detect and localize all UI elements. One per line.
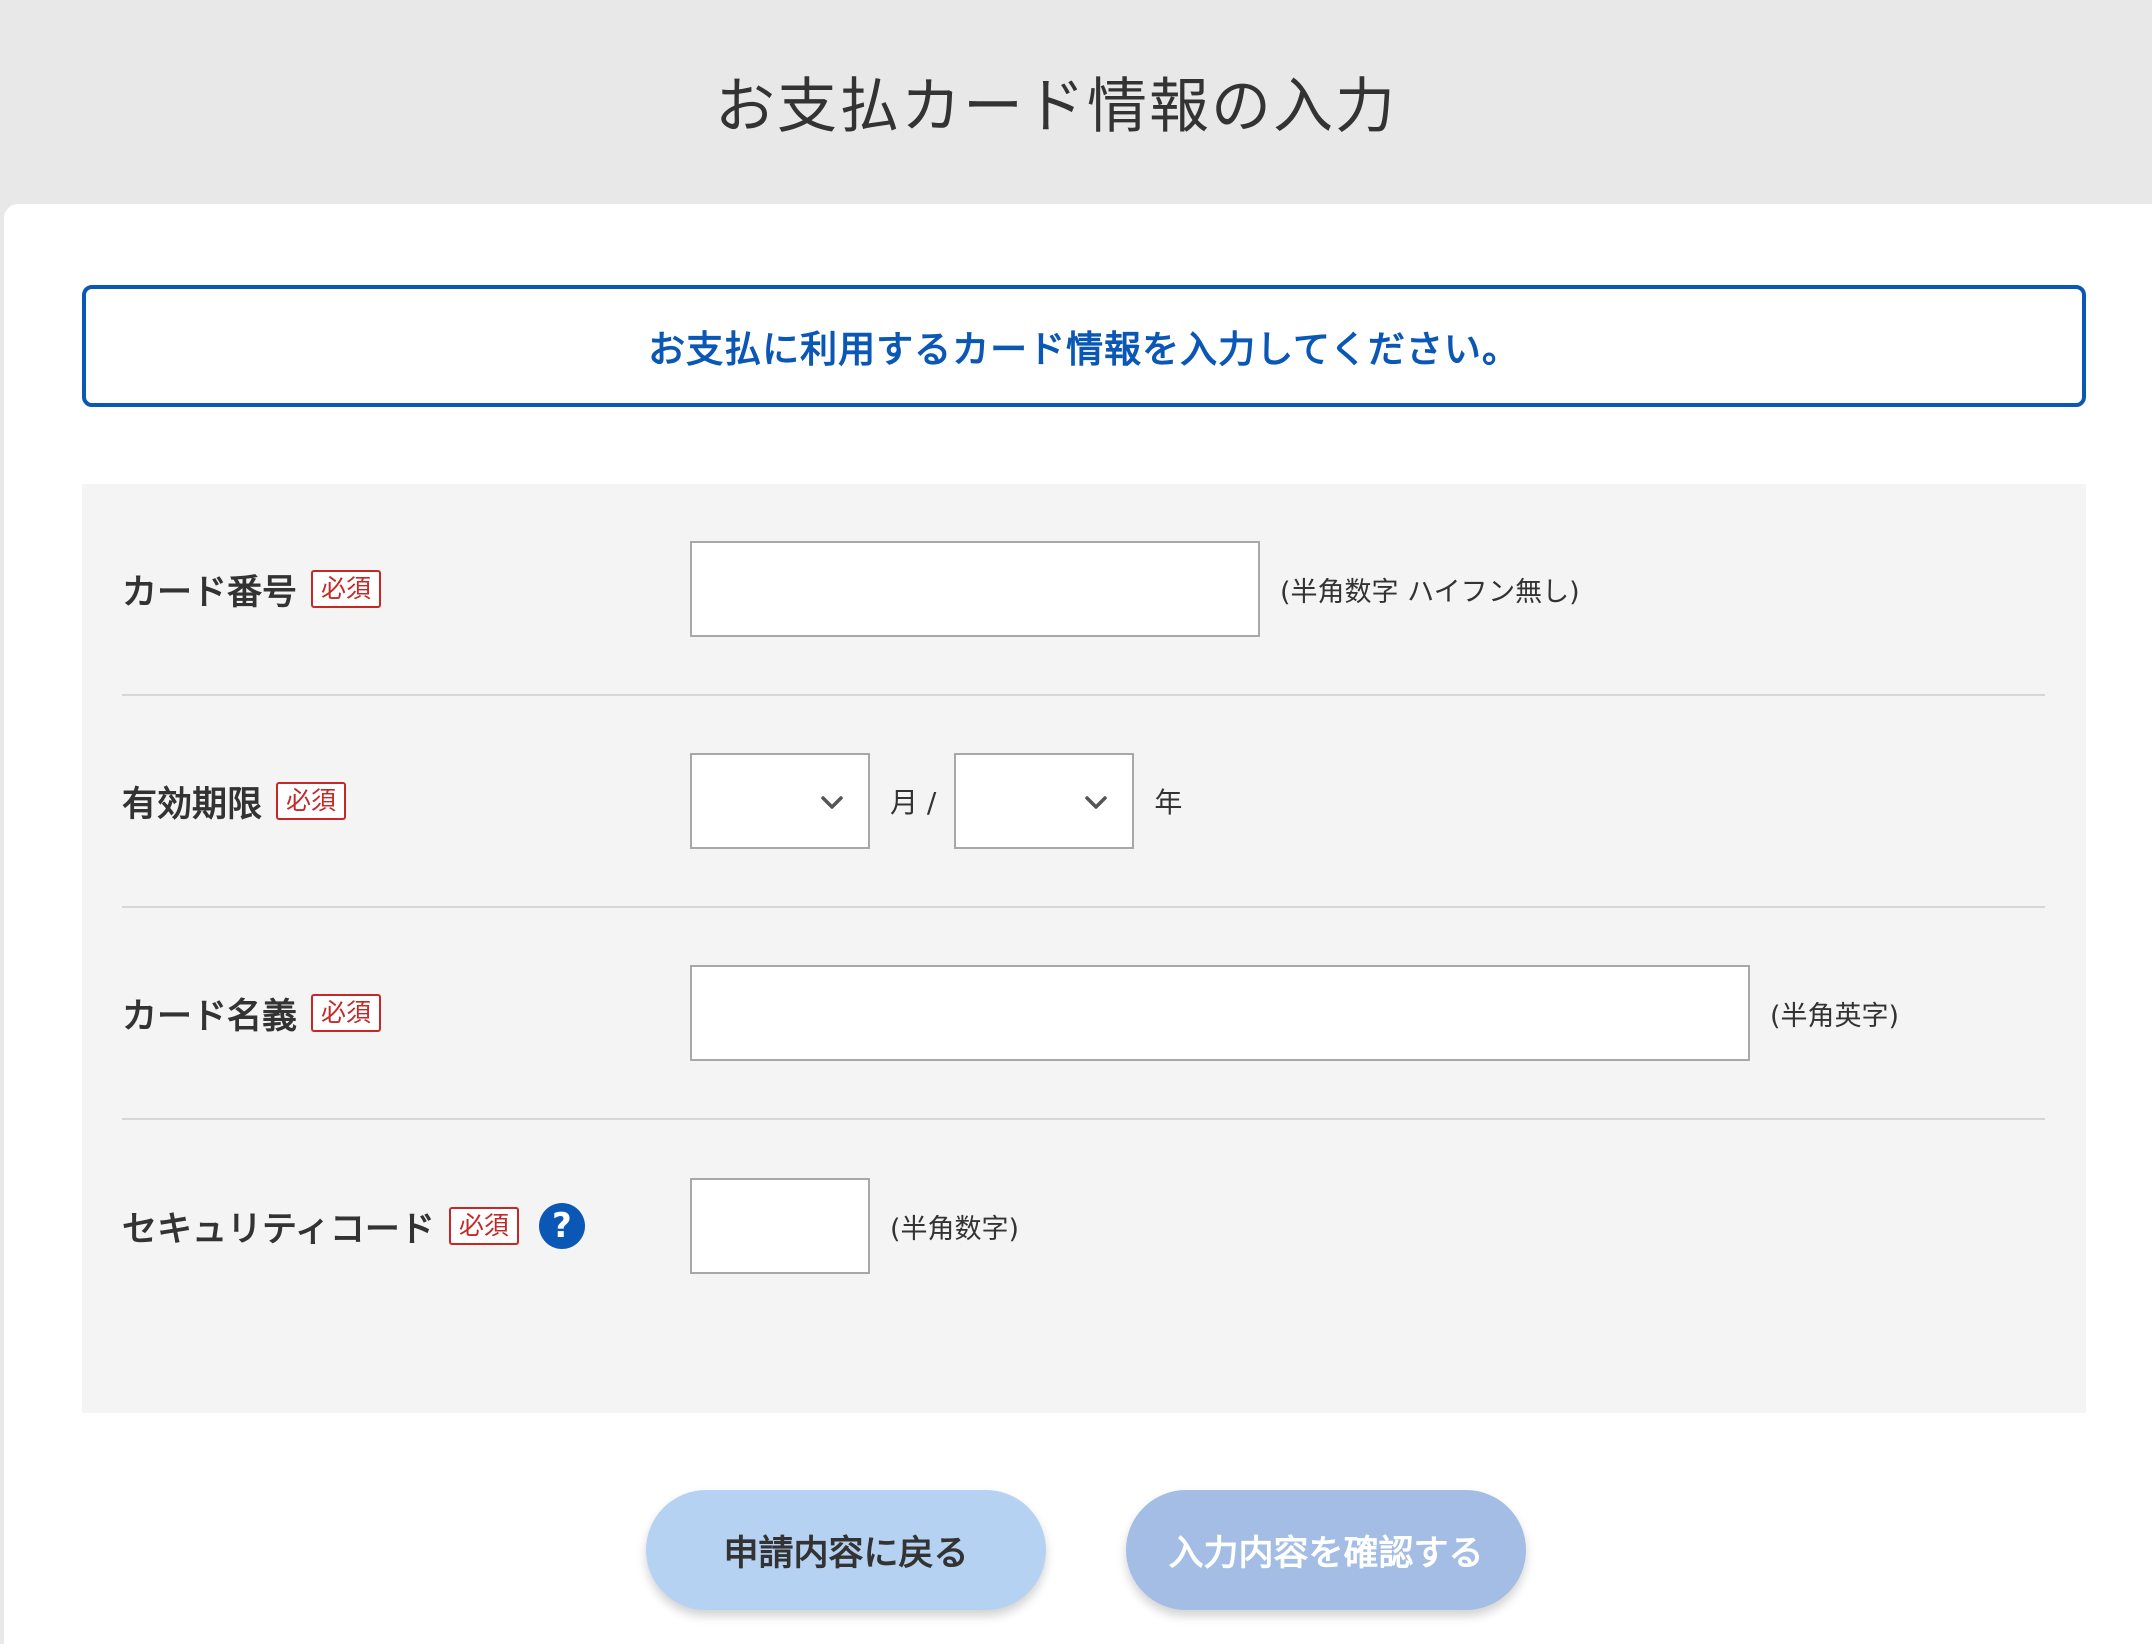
card-holder-input[interactable] [690, 965, 1750, 1061]
card-form: カード番号 必須 (半角数字 ハイフン無し) 有効期限 必須 月 / 年 カード… [82, 484, 2086, 1413]
expiry-row: 有効期限 必須 月 / 年 [122, 696, 2045, 908]
card-holder-field-group: (半角英字) [690, 965, 1899, 1061]
security-code-label-group: セキュリティコード 必須 ? [122, 1201, 690, 1252]
chevron-down-icon [821, 796, 843, 809]
card-holder-row: カード名義 必須 (半角英字) [122, 908, 2045, 1120]
help-icon[interactable]: ? [538, 1203, 585, 1249]
security-code-row: セキュリティコード 必須 ? (半角数字) [122, 1120, 2045, 1332]
card-number-row: カード番号 必須 (半角数字 ハイフン無し) [122, 484, 2045, 696]
card-holder-hint: (半角英字) [1770, 1000, 1900, 1032]
main-card: お支払に利用するカード情報を入力してください。 カード番号 必須 (半角数字 ハ… [4, 204, 2152, 1644]
required-badge: 必須 [311, 570, 382, 608]
card-number-field-group: (半角数字 ハイフン無し) [690, 541, 1580, 637]
expiry-month-unit: 月 / [890, 786, 937, 819]
instruction-text: お支払に利用するカード情報を入力してください。 [648, 328, 1520, 371]
expiry-year-unit: 年 [1154, 786, 1183, 819]
expiry-label: 有効期限 [122, 784, 263, 825]
card-number-input[interactable] [690, 541, 1260, 637]
card-number-hint: (半角数字 ハイフン無し) [1280, 576, 1580, 608]
page-header: お支払カード情報の入力 [0, 0, 2152, 203]
required-badge: 必須 [311, 994, 382, 1032]
expiry-label-group: 有効期限 必須 [122, 776, 690, 827]
security-code-label: セキュリティコード [122, 1209, 435, 1250]
expiry-month-select[interactable] [690, 753, 870, 849]
security-code-input[interactable] [690, 1178, 870, 1274]
card-number-label-group: カード番号 必須 [122, 564, 690, 615]
page-title: お支払カード情報の入力 [715, 72, 1397, 142]
instruction-notice: お支払に利用するカード情報を入力してください。 [82, 285, 2086, 407]
required-badge: 必須 [276, 782, 347, 820]
chevron-down-icon [1085, 796, 1108, 809]
security-code-field-group: (半角数字) [690, 1178, 1019, 1274]
confirm-button[interactable]: 入力内容を確認する [1126, 1490, 1526, 1610]
card-holder-label: カード名義 [122, 996, 298, 1037]
expiry-year-select[interactable] [954, 753, 1135, 849]
security-code-hint: (半角数字) [890, 1213, 1020, 1245]
card-holder-label-group: カード名義 必須 [122, 988, 690, 1039]
expiry-field-group: 月 / 年 [690, 753, 1200, 849]
card-number-label: カード番号 [122, 572, 298, 613]
back-button[interactable]: 申請内容に戻る [646, 1490, 1046, 1610]
required-badge: 必須 [448, 1207, 519, 1245]
